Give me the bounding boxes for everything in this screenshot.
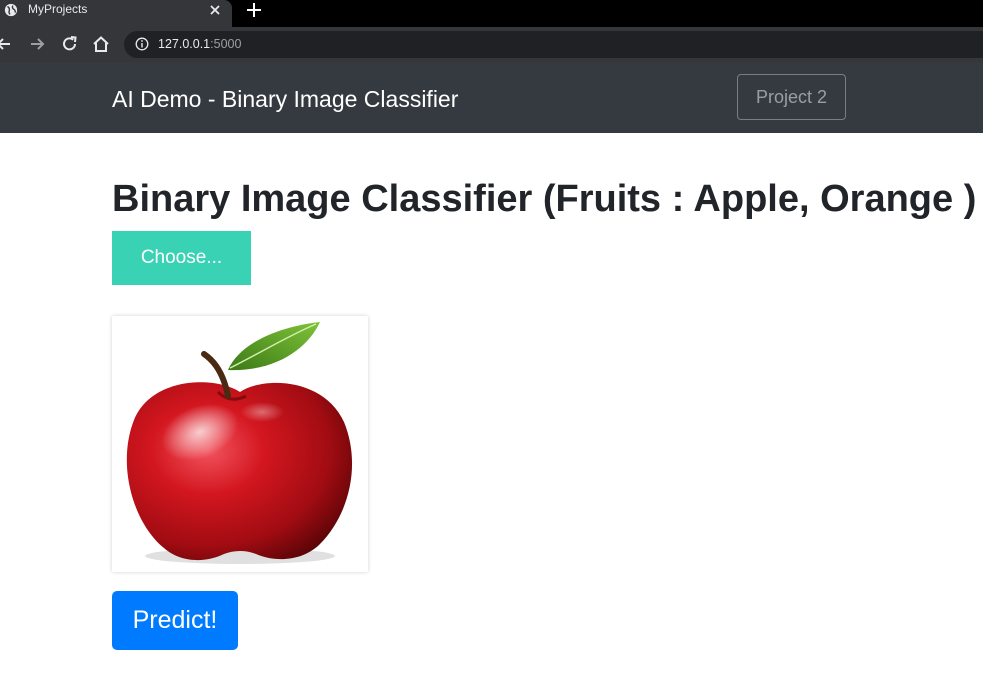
browser-tab[interactable]: MyProjects	[0, 0, 232, 27]
apple-image	[117, 321, 363, 567]
info-icon[interactable]	[135, 37, 149, 51]
home-icon[interactable]	[91, 35, 111, 53]
tab-title: MyProjects	[28, 2, 88, 16]
page-navbar: AI Demo - Binary Image Classifier Projec…	[0, 62, 983, 133]
reload-icon[interactable]	[60, 35, 80, 53]
choose-file-button[interactable]: Choose...	[112, 231, 251, 285]
new-tab-icon[interactable]	[243, 0, 265, 20]
back-arrow-icon[interactable]	[0, 35, 14, 53]
address-bar[interactable]: 127.0.0.1:5000	[124, 31, 983, 58]
forward-arrow-icon[interactable]	[28, 35, 48, 53]
close-icon[interactable]	[206, 1, 224, 19]
project-2-button[interactable]: Project 2	[737, 74, 846, 120]
predict-button[interactable]: Predict!	[112, 591, 238, 650]
image-preview	[112, 316, 368, 572]
browser-toolbar: 127.0.0.1:5000	[0, 27, 983, 62]
browser-tabstrip: MyProjects	[0, 0, 983, 27]
globe-icon	[4, 3, 18, 17]
url-text[interactable]: 127.0.0.1:5000	[158, 37, 241, 51]
page-title: Binary Image Classifier (Fruits : Apple,…	[112, 178, 977, 220]
navbar-brand[interactable]: AI Demo - Binary Image Classifier	[112, 86, 458, 112]
url-host: 127.0.0.1	[158, 37, 211, 51]
url-port: :5000	[210, 37, 242, 51]
